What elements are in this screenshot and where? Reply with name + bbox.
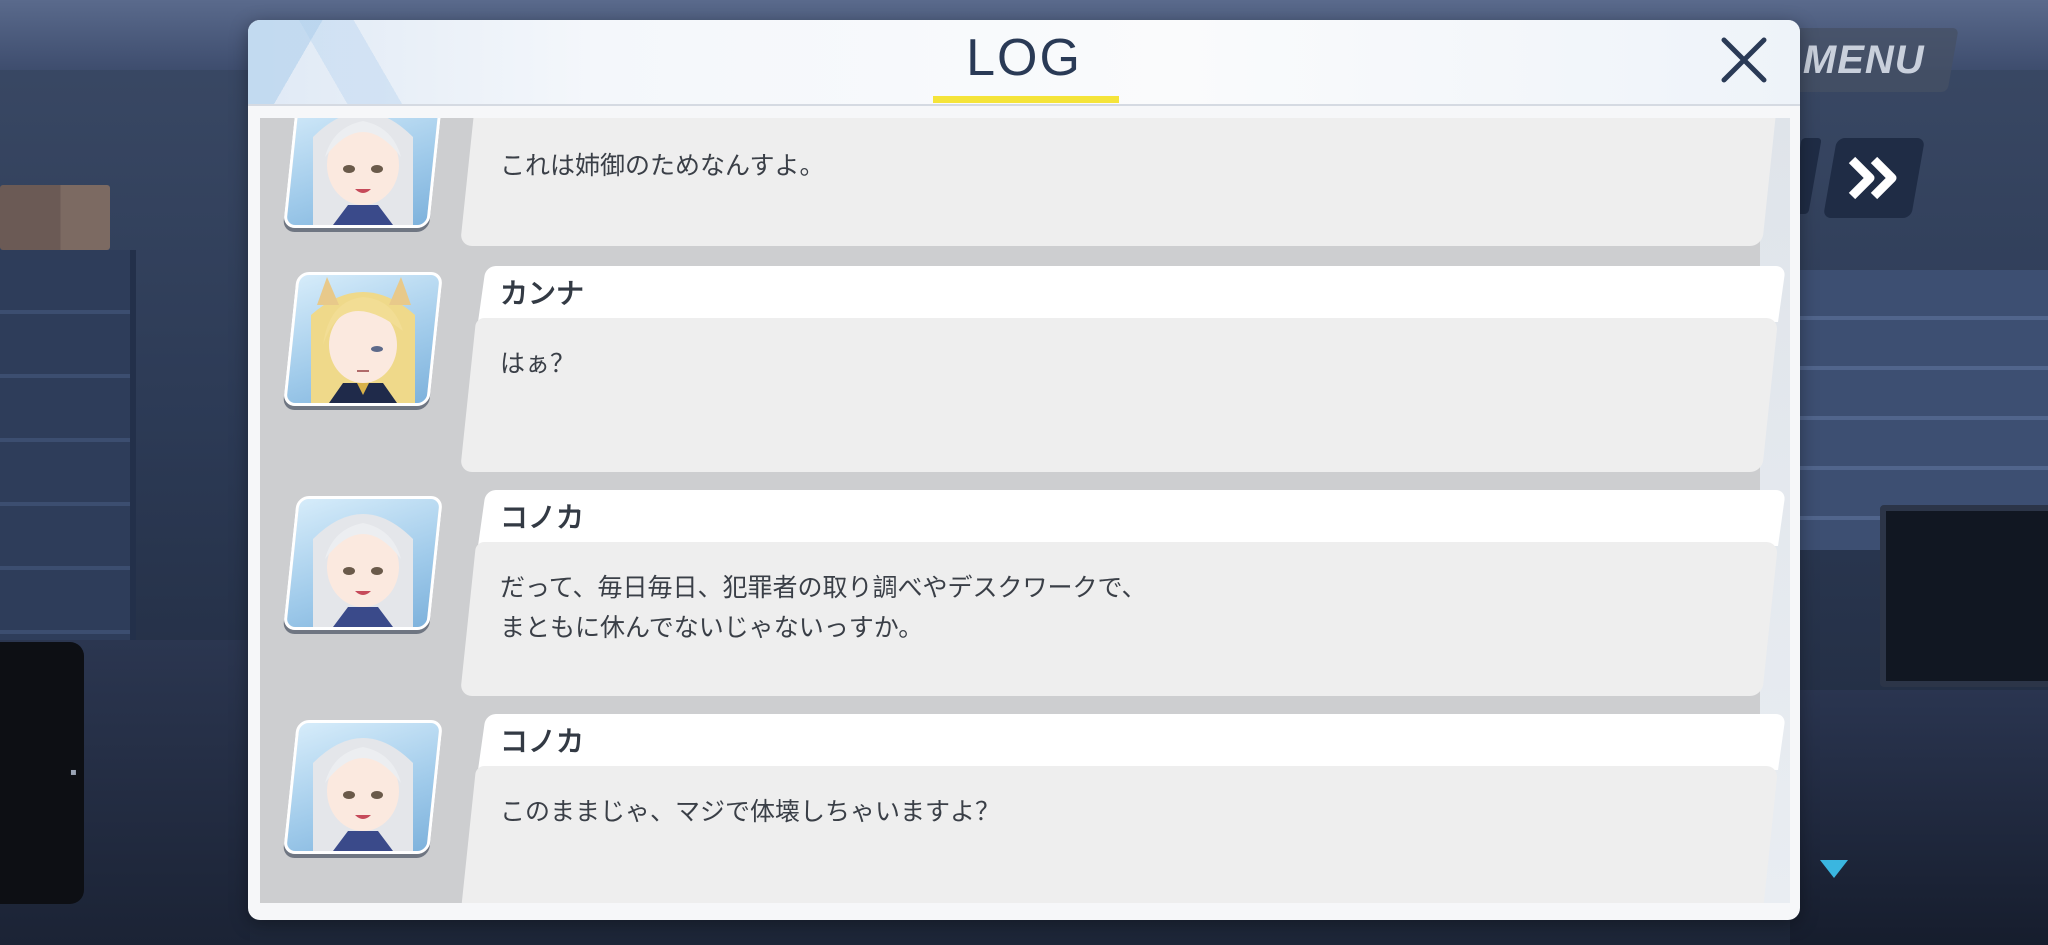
konoka-portrait [282,720,444,854]
konoka-portrait [282,118,444,228]
speaker-name: カンナ [500,277,585,310]
kanna-portrait [282,272,444,406]
log-list[interactable]: これは姉御のためなんすよ。 カンナ はぁ？ コノカ だって、毎日毎日、犯罪者の取… [260,118,1790,903]
fast-forward-icon [1848,156,1897,200]
lock-icon: ▪ [70,767,77,778]
menu-button[interactable]: MENU [1779,28,1959,92]
message-text: はぁ？ [500,349,576,378]
message-text: だって、毎日毎日、犯罪者の取り調べやデスクワークで、 まともに休んでないじゃない… [500,573,1147,642]
close-icon[interactable] [1716,32,1772,88]
cardboard-boxes [0,185,110,250]
down-arrow-icon[interactable] [1818,858,1850,880]
message-text: このままじゃ、マジで体壊しちゃいますよ？ [500,797,1001,826]
konoka-portrait [282,496,444,630]
log-header: LOG [248,20,1800,106]
log-entry: カンナ はぁ？ [260,266,1790,476]
log-entry: コノカ だって、毎日毎日、犯罪者の取り調べやデスクワークで、 まともに休んでない… [260,490,1790,700]
speaker-name-tab [478,266,1786,322]
log-title: LOG [966,29,1082,87]
left-bookshelf [0,250,136,650]
message-text: これは姉御のためなんすよ。 [500,151,825,180]
message-box [460,318,1779,472]
log-entry: コノカ このままじゃ、マジで体壊しちゃいますよ？ [260,714,1790,903]
right-desk [1790,690,2048,945]
log-window: LOG これは姉御のためなんすよ。 カンナ はぁ？ コノカ だって、毎日毎日、犯… [248,20,1800,920]
log-entry: これは姉御のためなんすよ。 [260,118,1790,248]
menu-label: MENU [1802,38,1925,82]
message-box [460,766,1779,903]
skip-button[interactable] [1822,138,1926,218]
speaker-name: コノカ [500,501,585,534]
office-monitor [1880,505,2048,687]
speaker-name-tab [478,714,1786,770]
title-underline [933,96,1119,103]
speaker-name: コノカ [500,725,585,758]
speaker-name-tab [478,490,1786,546]
